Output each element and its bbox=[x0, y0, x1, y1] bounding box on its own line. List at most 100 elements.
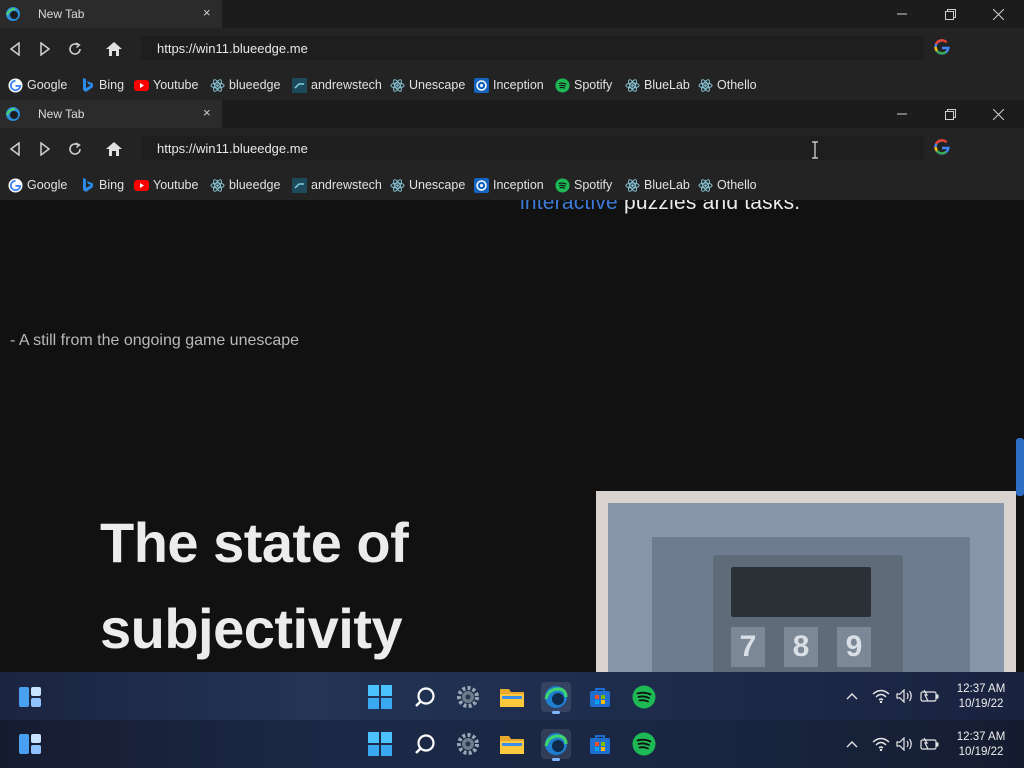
bookmark-othello[interactable]: Othello bbox=[698, 77, 757, 93]
battery-status[interactable] bbox=[920, 734, 940, 754]
andrewstech-icon bbox=[292, 77, 307, 93]
network-status[interactable] bbox=[872, 686, 890, 706]
edge-taskbar-button[interactable] bbox=[541, 682, 571, 714]
settings-button[interactable] bbox=[453, 682, 483, 712]
bookmark-blueedge[interactable]: blueedge bbox=[210, 177, 280, 193]
section-title-line-2: subjectivity bbox=[100, 597, 403, 660]
bookmark-unescape[interactable]: Unescape bbox=[390, 77, 465, 93]
reload-button[interactable] bbox=[65, 39, 85, 59]
clock[interactable]: 12:37 AM 10/19/22 bbox=[950, 682, 1012, 712]
section-title: The state of subjectivity bbox=[100, 500, 409, 672]
tab-new-tab[interactable]: New Tab × bbox=[0, 100, 222, 128]
restore-button[interactable] bbox=[927, 100, 973, 128]
volume-status[interactable] bbox=[896, 686, 914, 706]
edge-taskbar-button[interactable] bbox=[541, 729, 571, 761]
minimize-icon bbox=[897, 113, 907, 115]
navigation-bar: https://win11.blueedge.me bbox=[0, 28, 1024, 70]
restore-icon bbox=[944, 8, 956, 20]
home-button[interactable] bbox=[104, 39, 124, 59]
bookmark-spotify[interactable]: Spotify bbox=[555, 77, 612, 93]
bookmark-bing[interactable]: Bing bbox=[80, 77, 124, 93]
clock[interactable]: 12:37 AM 10/19/22 bbox=[950, 730, 1012, 760]
bookmark-inception[interactable]: Inception bbox=[474, 177, 544, 193]
address-bar[interactable]: https://win11.blueedge.me bbox=[141, 36, 924, 60]
bookmark-othello[interactable]: Othello bbox=[698, 177, 757, 193]
bookmark-bing[interactable]: Bing bbox=[80, 177, 124, 193]
close-window-button[interactable] bbox=[975, 100, 1021, 128]
show-hidden-icons-button[interactable] bbox=[846, 686, 858, 706]
bookmark-google[interactable]: Google bbox=[8, 177, 67, 193]
bookmark-blueedge[interactable]: blueedge bbox=[210, 77, 280, 93]
folder-icon bbox=[500, 689, 524, 707]
file-explorer-button[interactable] bbox=[497, 729, 527, 759]
scrollbar-thumb[interactable] bbox=[1016, 438, 1024, 496]
minimize-icon bbox=[897, 13, 907, 15]
widgets-button[interactable] bbox=[15, 682, 45, 712]
react-icon bbox=[390, 178, 405, 193]
volume-status[interactable] bbox=[896, 734, 914, 754]
tab-close-button[interactable]: × bbox=[203, 105, 211, 120]
speaker-icon bbox=[896, 689, 912, 703]
minimize-button[interactable] bbox=[879, 100, 925, 128]
clock-time: 12:37 AM bbox=[956, 731, 1006, 743]
taskbar-1: 12:37 AM 10/19/22 bbox=[0, 672, 1024, 720]
bookmark-youtube[interactable]: Youtube bbox=[134, 177, 198, 193]
keypad-key: 8 bbox=[784, 627, 818, 667]
bookmark-andrewstech[interactable]: andrewstech bbox=[292, 77, 382, 93]
address-bar[interactable]: https://win11.blueedge.me bbox=[141, 136, 924, 160]
web-page-content: interactive puzzles and tasks. - A still… bbox=[0, 200, 1024, 672]
start-button[interactable] bbox=[365, 729, 395, 759]
taskbar-2: 12:37 AM 10/19/22 bbox=[0, 720, 1024, 768]
google-icon bbox=[8, 77, 23, 93]
store-button[interactable] bbox=[585, 729, 615, 759]
bookmark-andrewstech[interactable]: andrewstech bbox=[292, 177, 382, 193]
show-hidden-icons-button[interactable] bbox=[846, 734, 858, 754]
reload-icon bbox=[69, 42, 81, 55]
close-window-button[interactable] bbox=[975, 0, 1021, 28]
minimize-button[interactable] bbox=[879, 0, 925, 28]
spotify-icon bbox=[632, 685, 656, 709]
reload-button[interactable] bbox=[65, 139, 85, 159]
back-icon bbox=[9, 42, 20, 56]
bookmark-bluelab[interactable]: BlueLab bbox=[625, 77, 690, 93]
wifi-icon bbox=[872, 737, 890, 751]
tab-new-tab[interactable]: New Tab × bbox=[0, 0, 222, 28]
forward-icon bbox=[40, 142, 51, 156]
network-status[interactable] bbox=[872, 734, 890, 754]
battery-status[interactable] bbox=[920, 686, 940, 706]
spotify-taskbar-button[interactable] bbox=[629, 682, 659, 712]
store-button[interactable] bbox=[585, 682, 615, 712]
start-button[interactable] bbox=[365, 682, 395, 712]
bookmark-inception[interactable]: Inception bbox=[474, 77, 544, 93]
bookmark-spotify[interactable]: Spotify bbox=[555, 177, 612, 193]
tab-close-button[interactable]: × bbox=[203, 5, 211, 20]
forward-button[interactable] bbox=[35, 139, 55, 159]
inception-icon bbox=[474, 77, 489, 93]
widgets-button[interactable] bbox=[15, 729, 45, 759]
google-search-icon[interactable] bbox=[934, 139, 950, 155]
bookmark-bluelab[interactable]: BlueLab bbox=[625, 177, 690, 193]
bing-icon bbox=[80, 177, 95, 193]
file-explorer-button[interactable] bbox=[497, 682, 527, 712]
search-button[interactable] bbox=[410, 729, 440, 759]
back-button[interactable] bbox=[5, 39, 25, 59]
settings-button[interactable] bbox=[453, 729, 483, 759]
bookmark-unescape[interactable]: Unescape bbox=[390, 177, 465, 193]
speaker-icon bbox=[896, 737, 912, 751]
spotify-icon bbox=[555, 77, 570, 93]
spotify-taskbar-button[interactable] bbox=[629, 729, 659, 759]
keypad-screen bbox=[731, 567, 871, 617]
spotify-icon bbox=[632, 732, 656, 756]
clock-date: 10/19/22 bbox=[958, 698, 1004, 710]
forward-button[interactable] bbox=[35, 39, 55, 59]
home-button[interactable] bbox=[104, 139, 124, 159]
react-icon bbox=[625, 178, 640, 193]
search-button[interactable] bbox=[410, 682, 440, 712]
bookmark-google[interactable]: Google bbox=[8, 77, 67, 93]
google-search-icon[interactable] bbox=[934, 39, 950, 55]
react-icon bbox=[210, 78, 225, 93]
andrewstech-icon bbox=[292, 177, 307, 193]
bookmark-youtube[interactable]: Youtube bbox=[134, 77, 198, 93]
back-button[interactable] bbox=[5, 139, 25, 159]
restore-button[interactable] bbox=[927, 0, 973, 28]
